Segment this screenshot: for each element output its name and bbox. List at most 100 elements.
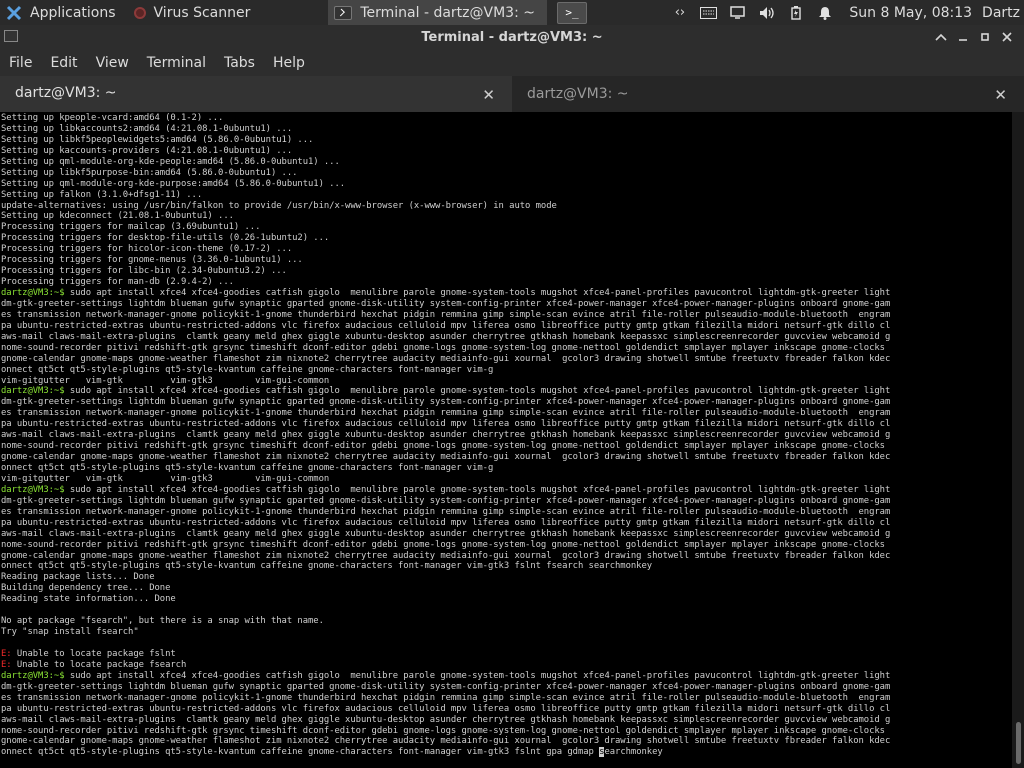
tab-1[interactable]: dartz@VM3: ~ ✕ <box>0 76 512 112</box>
terminal-line: nome-sound-recorder pitivi redshift-gtk … <box>1 441 1012 452</box>
minimize-button[interactable] <box>952 27 974 47</box>
task-virus-scanner-label: Virus Scanner <box>153 4 251 21</box>
bell-icon[interactable] <box>816 6 833 20</box>
terminal-line-text: Processing triggers for mailcap (3.69ubu… <box>1 222 261 233</box>
terminal-line-text: nome-sound-recorder pitivi redshift-gtk … <box>1 441 885 452</box>
terminal-line: es transmission network-manager-gnome po… <box>1 408 1012 419</box>
terminal-line: dm-gtk-greeter-settings lightdm blueman … <box>1 496 1012 507</box>
tab-close-icon[interactable]: ✕ <box>994 86 1007 104</box>
menu-file[interactable]: File <box>0 55 41 71</box>
terminal-line-text: sudo apt install xfce4 xfce4-goodies cat… <box>64 386 891 397</box>
terminal-window-icon[interactable] <box>4 30 18 42</box>
terminal-line-text: No apt package "fsearch", but there is a… <box>1 616 324 627</box>
terminal-line: gnome-calendar gnome-maps gnome-weather … <box>1 551 1012 562</box>
shell-prompt: dartz@VM3:~$ <box>1 386 65 397</box>
terminal-line-text: Unable to locate package fslnt <box>11 648 176 659</box>
shade-button[interactable] <box>930 27 952 47</box>
scrollbar-thumb[interactable] <box>1016 722 1021 764</box>
tab-close-icon[interactable]: ✕ <box>482 86 495 104</box>
display-icon[interactable] <box>729 6 746 20</box>
terminal-line: Setting up libkaccounts2:amd64 (4:21.08.… <box>1 124 1012 135</box>
battery-icon[interactable] <box>787 5 804 20</box>
task-virus-scanner[interactable]: Virus Scanner <box>128 0 257 25</box>
terminal-line: E: Unable to locate package fslnt <box>1 649 1012 660</box>
menu-tabs[interactable]: Tabs <box>215 55 264 71</box>
terminal-line-text: vim-gitgutter vim-gtk vim-gtk3 vim-gui-c… <box>1 473 330 484</box>
terminal-line: Setting up qml-module-org-kde-purpose:am… <box>1 179 1012 190</box>
user-menu[interactable]: Dartz <box>982 5 1020 21</box>
terminal-line: nome-sound-recorder pitivi redshift-gtk … <box>1 343 1012 354</box>
terminal-line-text: dm-gtk-greeter-settings lightdm blueman … <box>1 681 891 692</box>
terminal-line-text: sudo apt install xfce4 xfce4-goodies cat… <box>64 288 891 298</box>
terminal-line-text: dm-gtk-greeter-settings lightdm blueman … <box>1 298 891 309</box>
terminal-line: pa ubuntu-restricted-extras ubuntu-restr… <box>1 518 1012 529</box>
terminal-line: Processing triggers for gnome-menus (3.3… <box>1 255 1012 266</box>
terminal-line: dm-gtk-greeter-settings lightdm blueman … <box>1 299 1012 310</box>
maximize-button[interactable] <box>974 27 996 47</box>
terminal-line: dartz@VM3:~$ sudo apt install xfce4 xfce… <box>1 485 1012 496</box>
terminal-launcher-button[interactable]: >_ <box>556 1 587 24</box>
terminal-line: Setting up falkon (3.1.0+dfsg1-11) ... <box>1 190 1012 201</box>
terminal-line-text: Unable to locate package fsearch <box>11 659 187 670</box>
terminal-line-text: Setting up qml-module-org-kde-purpose:am… <box>1 178 346 189</box>
tab-label: dartz@VM3: ~ <box>527 86 629 102</box>
terminal-line-text: Setting up kpeople-vcard:amd64 (0.1-2) .… <box>1 113 224 123</box>
terminal-line-text: es transmission network-manager-gnome po… <box>1 692 891 703</box>
terminal-line-text: vim-gitgutter vim-gtk vim-gtk3 vim-gui-c… <box>1 375 330 386</box>
tab-2[interactable]: dartz@VM3: ~ ✕ <box>512 76 1024 112</box>
window-titlebar[interactable]: Terminal - dartz@VM3: ~ <box>0 25 1024 50</box>
terminal-line-text: update-alternatives: using /usr/bin/falk… <box>1 200 557 211</box>
menu-view[interactable]: View <box>87 55 138 71</box>
terminal-line: nome-sound-recorder pitivi redshift-gtk … <box>1 540 1012 551</box>
terminal-line: Setting up kaccounts-providers (4:21.08.… <box>1 146 1012 157</box>
applications-menu-button[interactable]: Applications <box>0 0 122 25</box>
task-terminal[interactable]: Terminal - dartz@VM3: ~ <box>328 0 547 25</box>
clock[interactable]: Sun 8 May, 08:13 <box>849 5 972 21</box>
terminal-line: dartz@VM3:~$ sudo apt install xfce4 xfce… <box>1 671 1012 682</box>
terminal-line-text: onnect qt5ct qt5-style-plugins qt5-style… <box>1 747 600 758</box>
window-controls <box>930 27 1018 47</box>
terminal-line: Setting up libkf5purpose-bin:amd64 (5.86… <box>1 168 1012 179</box>
terminal-line: onnect qt5ct qt5-style-plugins qt5-style… <box>1 365 1012 376</box>
terminal-line: E: Unable to locate package fsearch <box>1 660 1012 671</box>
terminal-line: Try "snap install fsearch" <box>1 627 1012 638</box>
terminal-line: dartz@VM3:~$ sudo apt install xfce4 xfce… <box>1 288 1012 299</box>
terminal-line-text: pa ubuntu-restricted-extras ubuntu-restr… <box>1 703 891 714</box>
terminal-line: Building dependency tree... Done <box>1 583 1012 594</box>
terminal-line: onnect qt5ct qt5-style-plugins qt5-style… <box>1 463 1012 474</box>
close-button[interactable] <box>996 27 1018 47</box>
terminal-line: es transmission network-manager-gnome po… <box>1 693 1012 704</box>
terminal-line: pa ubuntu-restricted-extras ubuntu-restr… <box>1 419 1012 430</box>
terminal-line-text: Processing triggers for man-db (2.9.4-2)… <box>1 277 234 288</box>
terminal-line: Reading state information... Done <box>1 594 1012 605</box>
terminal-line: es transmission network-manager-gnome po… <box>1 507 1012 518</box>
close-icon <box>1002 32 1012 42</box>
terminal-line-text: Reading state information... Done <box>1 594 176 605</box>
terminal-line-text: Setting up libkaccounts2:amd64 (4:21.08.… <box>1 123 293 134</box>
terminal-line: update-alternatives: using /usr/bin/falk… <box>1 201 1012 212</box>
terminal-output[interactable]: Setting up kpeople-vcard:amd64 (0.1-2) .… <box>0 112 1012 768</box>
terminal-line: es transmission network-manager-gnome po… <box>1 310 1012 321</box>
terminal-line: vim-gitgutter vim-gtk vim-gtk3 vim-gui-c… <box>1 474 1012 485</box>
terminal-line: Processing triggers for libc-bin (2.34-0… <box>1 266 1012 277</box>
error-prefix: E: <box>1 648 12 659</box>
terminal-line-text: pa ubuntu-restricted-extras ubuntu-restr… <box>1 517 891 528</box>
terminal-line-text: es transmission network-manager-gnome po… <box>1 309 891 320</box>
menu-edit[interactable]: Edit <box>41 55 86 71</box>
terminal-line-text-after-cursor: earchmonkey <box>604 747 663 758</box>
menu-terminal[interactable]: Terminal <box>138 55 215 71</box>
terminal-line-text: Processing triggers for gnome-menus (3.3… <box>1 255 303 266</box>
terminal-line-text: onnect qt5ct qt5-style-plugins qt5-style… <box>1 364 494 375</box>
terminal-line-text: Building dependency tree... Done <box>1 583 171 594</box>
menu-help[interactable]: Help <box>264 55 314 71</box>
xfce-mouse-icon <box>6 5 22 20</box>
top-panel: Applications Virus Scanner Terminal - da… <box>0 0 1024 25</box>
error-prefix: E: <box>1 659 12 670</box>
terminal-scrollbar[interactable] <box>1012 112 1024 768</box>
terminal-icon <box>334 5 353 20</box>
terminal-line: dm-gtk-greeter-settings lightdm blueman … <box>1 682 1012 693</box>
code-arrows-icon[interactable]: ‹› <box>671 5 688 20</box>
keyboard-icon[interactable] <box>700 6 718 20</box>
volume-icon[interactable] <box>758 6 775 20</box>
